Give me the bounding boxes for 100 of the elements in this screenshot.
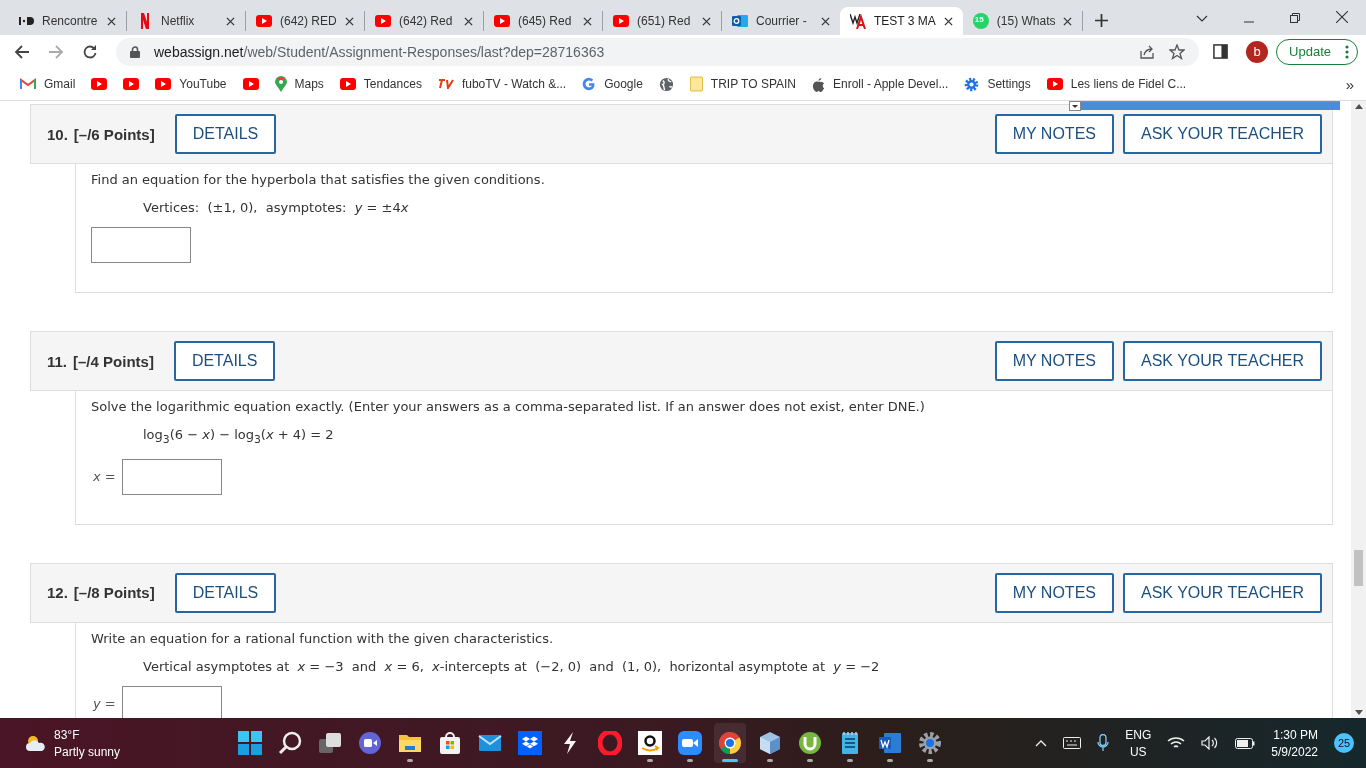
temperature: 83°F	[54, 727, 81, 742]
folder-icon	[689, 76, 703, 92]
tab-title: TEST 3 MA	[874, 14, 936, 28]
details-button[interactable]: DETAILS	[173, 341, 276, 381]
share-icon[interactable]	[1139, 43, 1156, 60]
bookmark[interactable]: Settings	[956, 76, 1039, 92]
browser-tab[interactable]: (645) Red	[484, 7, 602, 35]
task-view-icon[interactable]	[318, 731, 342, 755]
close-icon[interactable]	[464, 16, 473, 26]
profile-avatar[interactable]: b	[1246, 40, 1269, 63]
torrent-icon[interactable]	[798, 731, 822, 755]
details-button[interactable]: DETAILS	[174, 572, 277, 613]
answer-field[interactable]	[121, 685, 222, 718]
close-icon[interactable]	[107, 16, 116, 26]
unread-count: 15	[974, 15, 984, 24]
browser-tab[interactable]: 15 (15) Whats	[962, 7, 1083, 35]
url-path: /web/Student/Assignment-Responses/last?dep=28716363	[243, 43, 605, 60]
clock[interactable]: 1:30 PM 5/9/2022	[1271, 727, 1318, 759]
new-tab-icon[interactable]	[1095, 14, 1109, 27]
browser-tab[interactable]: (651) Red	[603, 7, 721, 35]
gear-icon[interactable]	[918, 731, 942, 755]
lock-icon	[130, 45, 140, 58]
search-icon[interactable]	[278, 731, 302, 755]
my-notes-button[interactable]: MY NOTES	[994, 572, 1114, 613]
battery-icon[interactable]	[1235, 737, 1256, 749]
bookmark[interactable]: YouTube	[147, 77, 235, 91]
more-icon[interactable]	[1345, 44, 1349, 59]
address-bar[interactable]: webassign.net/web/Student/Assignment-Responses/last?dep=28716363	[116, 37, 1200, 66]
bookmark[interactable]: Google	[574, 77, 651, 91]
browser-tab[interactable]: Rencontre	[8, 7, 126, 35]
gear-icon	[964, 76, 980, 92]
notification-badge[interactable]: 25	[1334, 733, 1354, 753]
bookmark[interactable]: Enroll - Apple Devel...	[804, 76, 957, 92]
video-camera-icon[interactable]	[678, 731, 702, 755]
speaker-icon[interactable]	[1201, 736, 1220, 750]
bookmark[interactable]: TRIP TO SPAIN	[681, 76, 804, 92]
details-button[interactable]: DETAILS	[174, 114, 277, 154]
tab-title: (651) Red	[637, 14, 692, 28]
partly-sunny-icon	[24, 734, 48, 752]
back-arrow-icon[interactable]	[14, 43, 30, 60]
bookmark[interactable]: Gmail	[12, 77, 84, 91]
keyboard-icon[interactable]	[1063, 737, 1082, 749]
cube-icon[interactable]	[758, 731, 782, 755]
scrollbar-thumb[interactable]	[1354, 550, 1363, 586]
star-icon[interactable]	[1169, 43, 1186, 60]
question-number: 12.	[47, 584, 68, 602]
bookmark[interactable]: Tendances	[331, 77, 430, 91]
close-icon[interactable]	[1063, 16, 1073, 26]
shopping-bag-icon[interactable]	[438, 731, 462, 755]
ask-teacher-button[interactable]: ASK YOUR TEACHER	[1123, 572, 1322, 613]
map-pin-icon	[274, 76, 287, 92]
answer-field[interactable]	[121, 458, 222, 495]
dropdown-icon[interactable]	[1069, 101, 1081, 111]
bookmark[interactable]: fuboTV - Watch &...	[429, 77, 575, 91]
close-icon[interactable]	[943, 16, 953, 26]
update-button[interactable]: Update	[1276, 38, 1358, 65]
browser-tab[interactable]: Courrier -	[722, 7, 840, 35]
close-icon[interactable]	[226, 16, 235, 26]
language-indicator[interactable]: ENG US	[1125, 727, 1152, 759]
mail-icon	[732, 13, 748, 29]
browser-tab[interactable]: (642) Red	[365, 7, 483, 35]
wifi-icon[interactable]	[1167, 736, 1186, 750]
side-panel-icon[interactable]	[1213, 44, 1229, 59]
browser-tab[interactable]: Netflix	[127, 7, 245, 35]
my-notes-button[interactable]: MY NOTES	[994, 114, 1114, 154]
windows-icon[interactable]	[238, 731, 262, 755]
play-icon	[1046, 78, 1063, 90]
play-icon	[155, 78, 172, 90]
scrollbar[interactable]	[1351, 101, 1366, 718]
my-notes-button[interactable]: MY NOTES	[994, 341, 1114, 381]
dropbox-icon[interactable]	[518, 731, 542, 755]
browser-tab[interactable]: TEST 3 MA	[840, 7, 963, 35]
answer-label: x =	[93, 469, 116, 485]
math-expression: Vertical asymptotes at x = −3 and x = 6, x-intercepts at (−2, 0) and (1, 0), horizontal asymptote at y = −2	[143, 657, 881, 676]
question-prompt: Write an equation for a rational function with the given characteristics.	[91, 630, 555, 647]
document-icon[interactable]	[878, 731, 902, 755]
restore-icon[interactable]	[1290, 13, 1300, 23]
ask-teacher-button[interactable]: ASK YOUR TEACHER	[1123, 341, 1322, 381]
close-icon[interactable]	[1336, 11, 1348, 23]
close-icon[interactable]	[583, 16, 592, 26]
reload-icon[interactable]	[82, 43, 98, 60]
close-icon[interactable]	[702, 16, 711, 26]
more-bookmarks-button[interactable]: »	[1345, 75, 1354, 93]
microphone-icon[interactable]	[1097, 734, 1110, 752]
bookmark[interactable]: Les liens de Fidel C...	[1038, 77, 1195, 91]
bookmark[interactable]: Maps	[266, 76, 332, 92]
ask-teacher-button[interactable]: ASK YOUR TEACHER	[1123, 114, 1322, 154]
tab-title: Rencontre	[42, 14, 99, 28]
browser-tab[interactable]: (642) RED	[246, 7, 364, 35]
opera-icon[interactable]	[598, 731, 622, 755]
scroll-up-icon[interactable]	[1354, 104, 1363, 109]
close-icon[interactable]	[821, 16, 830, 26]
video-chat-icon[interactable]	[358, 731, 382, 755]
close-icon[interactable]	[345, 16, 354, 26]
scroll-down-icon[interactable]	[1354, 710, 1363, 715]
chevron-down-icon[interactable]	[1196, 15, 1208, 23]
browser-icon[interactable]	[718, 731, 742, 755]
question-points: [–/6 Points]	[73, 125, 155, 143]
answer-field[interactable]	[91, 227, 191, 263]
chevron-up-icon[interactable]	[1035, 739, 1048, 747]
